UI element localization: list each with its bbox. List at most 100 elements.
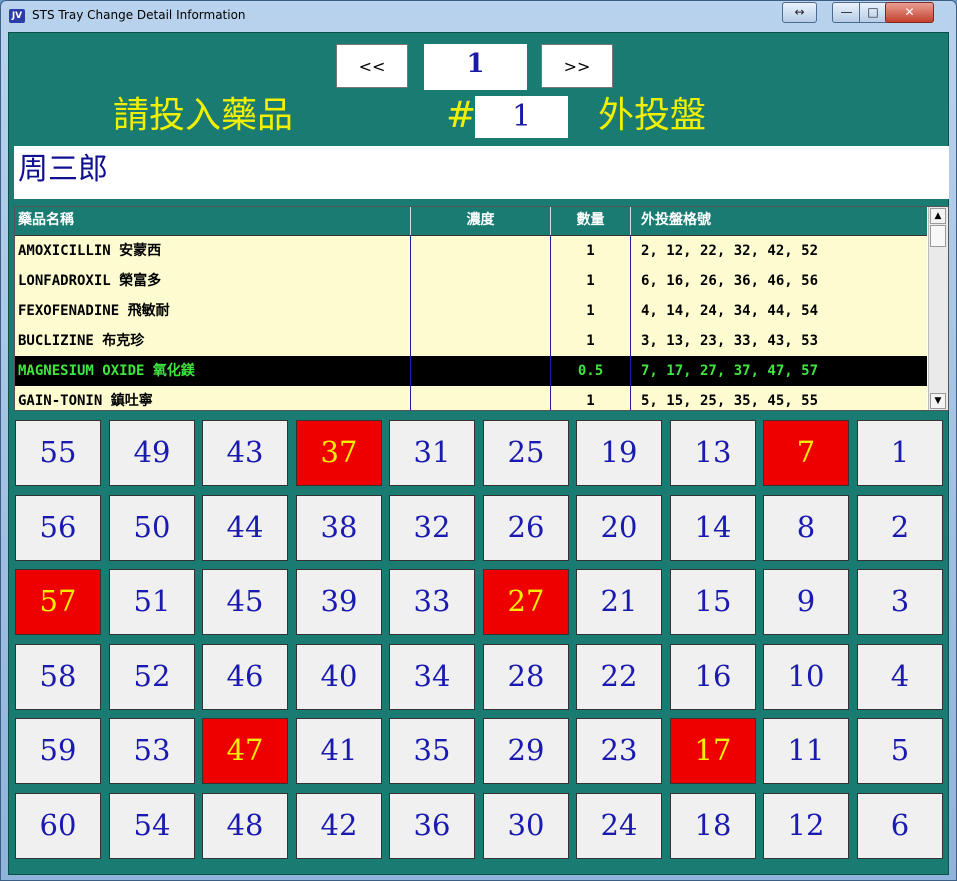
maximize-button[interactable]: □ <box>859 2 887 23</box>
tray-slot-49[interactable]: 49 <box>109 420 195 486</box>
app-window: JV STS Tray Change Detail Information ↔ … <box>0 0 957 881</box>
tray-slot-36[interactable]: 36 <box>389 792 475 859</box>
tray-slot-9[interactable]: 9 <box>763 569 849 635</box>
scroll-thumb[interactable] <box>930 225 946 247</box>
tray-slot-23[interactable]: 23 <box>576 718 662 784</box>
col-header-strength[interactable]: 濃度 <box>410 207 550 235</box>
table-row[interactable]: FEXOFENADINE 飛敏耐 1 4, 14, 24, 34, 44, 54 <box>15 296 927 327</box>
tray-slot-25[interactable]: 25 <box>483 420 569 486</box>
tray-slot-13[interactable]: 13 <box>670 420 756 486</box>
quantity-cell: 1 <box>550 386 630 410</box>
tray-slot-22[interactable]: 22 <box>576 643 662 710</box>
tray-slot-30[interactable]: 30 <box>483 792 569 859</box>
tray-slot-34[interactable]: 34 <box>389 643 475 710</box>
tray-slot-20[interactable]: 20 <box>576 494 662 561</box>
tray-slot-6[interactable]: 6 <box>857 792 943 859</box>
col-header-quantity[interactable]: 數量 <box>550 207 630 235</box>
tray-slot-46[interactable]: 46 <box>202 643 288 710</box>
tray-slot-43[interactable]: 43 <box>202 420 288 486</box>
close-button[interactable]: ✕ <box>885 2 934 23</box>
drug-name-cell: AMOXICILLIN 安蒙西 <box>18 243 162 259</box>
drug-name-cell: LONFADROXIL 榮富多 <box>18 273 162 289</box>
tray-slot-38[interactable]: 38 <box>296 494 382 561</box>
strength-cell <box>410 266 550 296</box>
tray-slot-52[interactable]: 52 <box>109 643 195 710</box>
col-header-tray-slots[interactable]: 外投盤格號 <box>630 207 927 235</box>
tray-slot-50[interactable]: 50 <box>109 494 195 561</box>
tray-slots-cell: 5, 15, 25, 35, 45, 55 <box>630 386 927 410</box>
tray-slot-16[interactable]: 16 <box>670 643 756 710</box>
tray-slot-31[interactable]: 31 <box>389 420 475 486</box>
prev-page-button[interactable]: << <box>336 44 408 88</box>
patient-name: 周三郎 <box>14 146 949 199</box>
tray-number-display: 1 <box>475 96 568 138</box>
tray-slot-32[interactable]: 32 <box>389 494 475 561</box>
table-row[interactable]: LONFADROXIL 榮富多 1 6, 16, 26, 36, 46, 56 <box>15 266 927 297</box>
tray-slot-4[interactable]: 4 <box>857 643 943 710</box>
tray-slots-cell: 2, 12, 22, 32, 42, 52 <box>630 236 927 266</box>
table-row[interactable]: GAIN-TONIN 鎮吐寧 1 5, 15, 25, 35, 45, 55 <box>15 386 927 410</box>
scroll-up-arrow-icon[interactable]: ▲ <box>930 208 946 224</box>
tray-slot-19[interactable]: 19 <box>576 420 662 486</box>
table-row[interactable]: BUCLIZINE 布克珍 1 3, 13, 23, 33, 43, 53 <box>15 326 927 357</box>
tray-slot-21[interactable]: 21 <box>576 569 662 635</box>
tray-slot-15[interactable]: 15 <box>670 569 756 635</box>
tray-slot-57[interactable]: 57 <box>15 569 101 635</box>
tray-slot-45[interactable]: 45 <box>202 569 288 635</box>
restore-size-button[interactable]: ↔ <box>782 2 817 23</box>
tray-slot-35[interactable]: 35 <box>389 718 475 784</box>
tray-slot-39[interactable]: 39 <box>296 569 382 635</box>
tray-slot-42[interactable]: 42 <box>296 792 382 859</box>
table-row[interactable]: MAGNESIUM OXIDE 氧化鎂 0.5 7, 17, 27, 37, 47,… <box>15 356 927 387</box>
tray-slot-24[interactable]: 24 <box>576 792 662 859</box>
tray-slot-44[interactable]: 44 <box>202 494 288 561</box>
tray-slot-2[interactable]: 2 <box>857 494 943 561</box>
strength-cell <box>410 326 550 356</box>
quantity-cell: 0.5 <box>550 356 630 386</box>
col-header-drug-name[interactable]: 藥品名稱 <box>15 207 410 235</box>
minimize-button[interactable]: — <box>832 2 861 23</box>
tray-slot-58[interactable]: 58 <box>15 643 101 710</box>
tray-slot-55[interactable]: 55 <box>15 420 101 486</box>
tray-slot-3[interactable]: 3 <box>857 569 943 635</box>
tray-slot-5[interactable]: 5 <box>857 718 943 784</box>
tray-slot-60[interactable]: 60 <box>15 792 101 859</box>
tray-slot-54[interactable]: 54 <box>109 792 195 859</box>
tray-slot-26[interactable]: 26 <box>483 494 569 561</box>
table-row[interactable]: AMOXICILLIN 安蒙西 1 2, 12, 22, 32, 42, 52 <box>15 236 927 267</box>
strength-cell <box>410 236 550 266</box>
tray-slot-8[interactable]: 8 <box>763 494 849 561</box>
tray-slot-17[interactable]: 17 <box>670 718 756 784</box>
tray-slot-7[interactable]: 7 <box>763 420 849 486</box>
tray-slot-28[interactable]: 28 <box>483 643 569 710</box>
tray-slot-51[interactable]: 51 <box>109 569 195 635</box>
tray-slots-cell: 6, 16, 26, 36, 46, 56 <box>630 266 927 296</box>
tray-slot-11[interactable]: 11 <box>763 718 849 784</box>
strength-cell <box>410 386 550 410</box>
tray-slot-33[interactable]: 33 <box>389 569 475 635</box>
tray-slot-1[interactable]: 1 <box>857 420 943 486</box>
next-page-button[interactable]: >> <box>541 44 613 88</box>
table-scrollbar[interactable]: ▲ ▼ <box>928 207 948 410</box>
instruction-text: 請投入藥品 <box>113 95 294 136</box>
tray-slot-56[interactable]: 56 <box>15 494 101 561</box>
title-bar[interactable]: JV STS Tray Change Detail Information ↔ … <box>1 1 956 31</box>
tray-slot-47[interactable]: 47 <box>202 718 288 784</box>
tray-slot-41[interactable]: 41 <box>296 718 382 784</box>
tray-slot-48[interactable]: 48 <box>202 792 288 859</box>
tray-slot-29[interactable]: 29 <box>483 718 569 784</box>
tray-slots-cell: 7, 17, 27, 37, 47, 57 <box>630 356 927 386</box>
tray-slot-18[interactable]: 18 <box>670 792 756 859</box>
tray-slot-40[interactable]: 40 <box>296 643 382 710</box>
tray-slot-14[interactable]: 14 <box>670 494 756 561</box>
tray-slot-37[interactable]: 37 <box>296 420 382 486</box>
quantity-cell: 1 <box>550 296 630 326</box>
tray-slot-53[interactable]: 53 <box>109 718 195 784</box>
tray-slot-12[interactable]: 12 <box>763 792 849 859</box>
tray-slots-cell: 4, 14, 24, 34, 44, 54 <box>630 296 927 326</box>
scroll-down-arrow-icon[interactable]: ▼ <box>930 393 946 409</box>
tray-slot-10[interactable]: 10 <box>763 643 849 710</box>
tray-slot-27[interactable]: 27 <box>483 569 569 635</box>
instruction-hash: # <box>446 95 477 136</box>
tray-slot-59[interactable]: 59 <box>15 718 101 784</box>
